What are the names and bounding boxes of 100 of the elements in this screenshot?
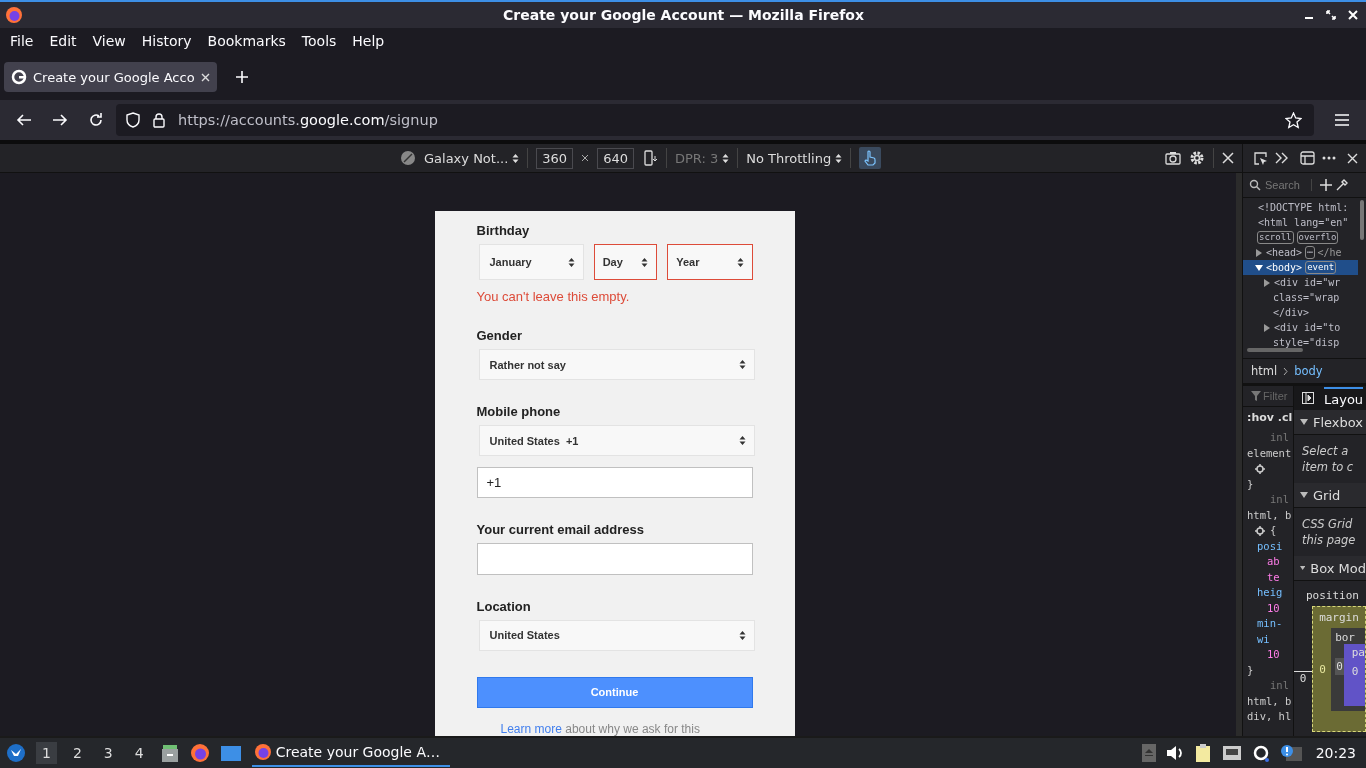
phone-field[interactable]: +1 <box>476 467 753 499</box>
menu-icon[interactable] <box>1334 113 1350 127</box>
field-label: Location <box>476 598 532 614</box>
scrollbar[interactable] <box>1360 200 1364 240</box>
throttling-select[interactable]: No Throttling <box>746 150 843 166</box>
selected-row[interactable]: <body> event <box>1243 260 1358 275</box>
workspace-button[interactable]: 2 <box>66 742 88 764</box>
no-sign-icon[interactable] <box>400 150 416 166</box>
new-tab-icon[interactable] <box>234 70 249 84</box>
expand-arrow-icon[interactable] <box>1263 323 1271 332</box>
height-field[interactable]: 640 <box>597 147 634 169</box>
close-icon[interactable] <box>1222 152 1234 164</box>
sync-icon[interactable] <box>1251 744 1270 762</box>
add-icon[interactable] <box>1320 179 1332 191</box>
network-icon[interactable] <box>1221 745 1242 761</box>
menu-item[interactable]: Edit <box>41 33 85 49</box>
gender-select[interactable]: Rather not say <box>478 349 755 381</box>
expand-arrow-icon[interactable] <box>1263 278 1271 287</box>
forward-icon[interactable] <box>52 112 68 128</box>
lock-icon[interactable] <box>152 112 166 128</box>
close-icon[interactable] <box>200 72 210 82</box>
markup-tag[interactable]: <head> <box>1266 247 1303 258</box>
star-icon[interactable] <box>1285 111 1302 129</box>
element-picker-icon[interactable] <box>1253 150 1268 166</box>
clipboard-icon[interactable] <box>1193 743 1212 763</box>
collapse-arrow-icon[interactable] <box>1300 565 1306 571</box>
start-menu-icon[interactable] <box>6 743 26 763</box>
markup-badge[interactable]: event <box>1305 261 1337 274</box>
box-model-label: bor <box>1335 631 1356 644</box>
month-select[interactable]: January <box>478 244 584 280</box>
collapse-arrow-icon[interactable] <box>1300 492 1308 498</box>
touch-toggle[interactable] <box>859 147 882 169</box>
layout-icon[interactable] <box>1300 151 1315 165</box>
expand-arrow-icon[interactable] <box>1255 248 1263 257</box>
markup-tag[interactable]: <div id="to <box>1274 322 1341 333</box>
markup-badge[interactable]: overflo <box>1296 231 1339 244</box>
gear-icon[interactable] <box>1255 463 1265 474</box>
speaker-icon[interactable] <box>1165 745 1184 761</box>
browser-tab[interactable]: Create your Google Acco <box>4 62 217 92</box>
back-icon[interactable] <box>16 112 32 128</box>
markup-badge[interactable]: ⋯ <box>1305 246 1315 259</box>
menu-item[interactable]: File <box>2 33 42 49</box>
eject-icon[interactable] <box>1141 744 1156 762</box>
file-cabinet-icon[interactable] <box>159 743 180 763</box>
camera-icon[interactable] <box>1165 151 1181 165</box>
box-model-label: pa <box>1351 646 1365 659</box>
menu-item[interactable]: Help <box>344 33 393 49</box>
markup-badge[interactable]: scroll <box>1257 231 1294 244</box>
filter-field[interactable]: Filter <box>1263 390 1291 402</box>
markup-tag[interactable]: <body> <box>1266 262 1303 273</box>
rule-source[interactable]: inl <box>1270 430 1289 446</box>
pseudo-toggles[interactable]: :hov .cl <box>1243 407 1293 430</box>
day-select[interactable]: Day <box>593 244 658 280</box>
menu-item[interactable]: History <box>133 33 200 49</box>
menu-item[interactable]: Tools <box>293 33 345 49</box>
workspace-button[interactable]: 1 <box>36 742 57 764</box>
settings-icon[interactable] <box>1189 150 1205 166</box>
search-field[interactable]: Search <box>1265 179 1312 191</box>
sidebar-toggle-icon[interactable] <box>1302 392 1314 404</box>
workspace-button[interactable]: 3 <box>97 742 119 764</box>
menu-item[interactable]: View <box>84 33 134 49</box>
taskbar-task[interactable]: Create your Google A… <box>251 739 450 767</box>
location-select[interactable]: United States <box>478 619 755 651</box>
year-select[interactable]: Year <box>667 244 753 280</box>
markup-tag[interactable]: <div id="wr <box>1274 277 1341 288</box>
markup-tag[interactable]: <html lang="en" <box>1258 217 1349 228</box>
markup-tag[interactable]: <!DOCTYPE html: <box>1258 202 1349 213</box>
shield-icon[interactable] <box>126 112 140 128</box>
chevron-icon <box>1283 367 1289 375</box>
country-select[interactable]: United States +1 <box>478 425 755 457</box>
scrollbar[interactable] <box>1247 348 1303 352</box>
reload-icon[interactable] <box>88 112 104 128</box>
rule-source[interactable]: inl <box>1270 678 1289 694</box>
caret-icon <box>641 256 649 268</box>
gear-icon[interactable] <box>1255 525 1265 536</box>
rotate-icon[interactable] <box>641 150 658 166</box>
eyedropper-icon[interactable] <box>1336 179 1348 191</box>
section-text: CSS Grid <box>1302 516 1354 532</box>
device-select[interactable]: Galaxy Not... <box>424 150 520 166</box>
collapse-arrow-icon[interactable] <box>1300 419 1308 425</box>
firefox-icon <box>253 743 272 761</box>
email-field[interactable] <box>476 543 753 575</box>
firefox-icon[interactable] <box>189 743 210 763</box>
window-icon[interactable] <box>219 744 242 762</box>
close-icon[interactable] <box>1347 152 1358 164</box>
chevrons-icon[interactable] <box>1275 152 1289 164</box>
menu-item[interactable]: Bookmarks <box>199 33 294 49</box>
address-bar[interactable]: https://accounts.google.com/signup <box>116 104 1314 136</box>
width-field[interactable]: 360 <box>536 147 574 169</box>
rule-source[interactable]: inl <box>1270 492 1289 508</box>
breadcrumb[interactable]: html <box>1251 364 1278 378</box>
caret-icon <box>738 629 746 641</box>
collapse-arrow-icon[interactable] <box>1255 263 1263 272</box>
breadcrumb[interactable]: body <box>1294 364 1323 378</box>
box-model-label: position <box>1305 589 1360 602</box>
notification-icon[interactable] <box>1279 744 1302 762</box>
maximize-icon[interactable] <box>1326 10 1336 20</box>
more-icon[interactable] <box>1322 156 1336 160</box>
dpr-select[interactable]: DPR: 3 <box>674 150 730 166</box>
workspace-button[interactable]: 4 <box>128 742 150 764</box>
